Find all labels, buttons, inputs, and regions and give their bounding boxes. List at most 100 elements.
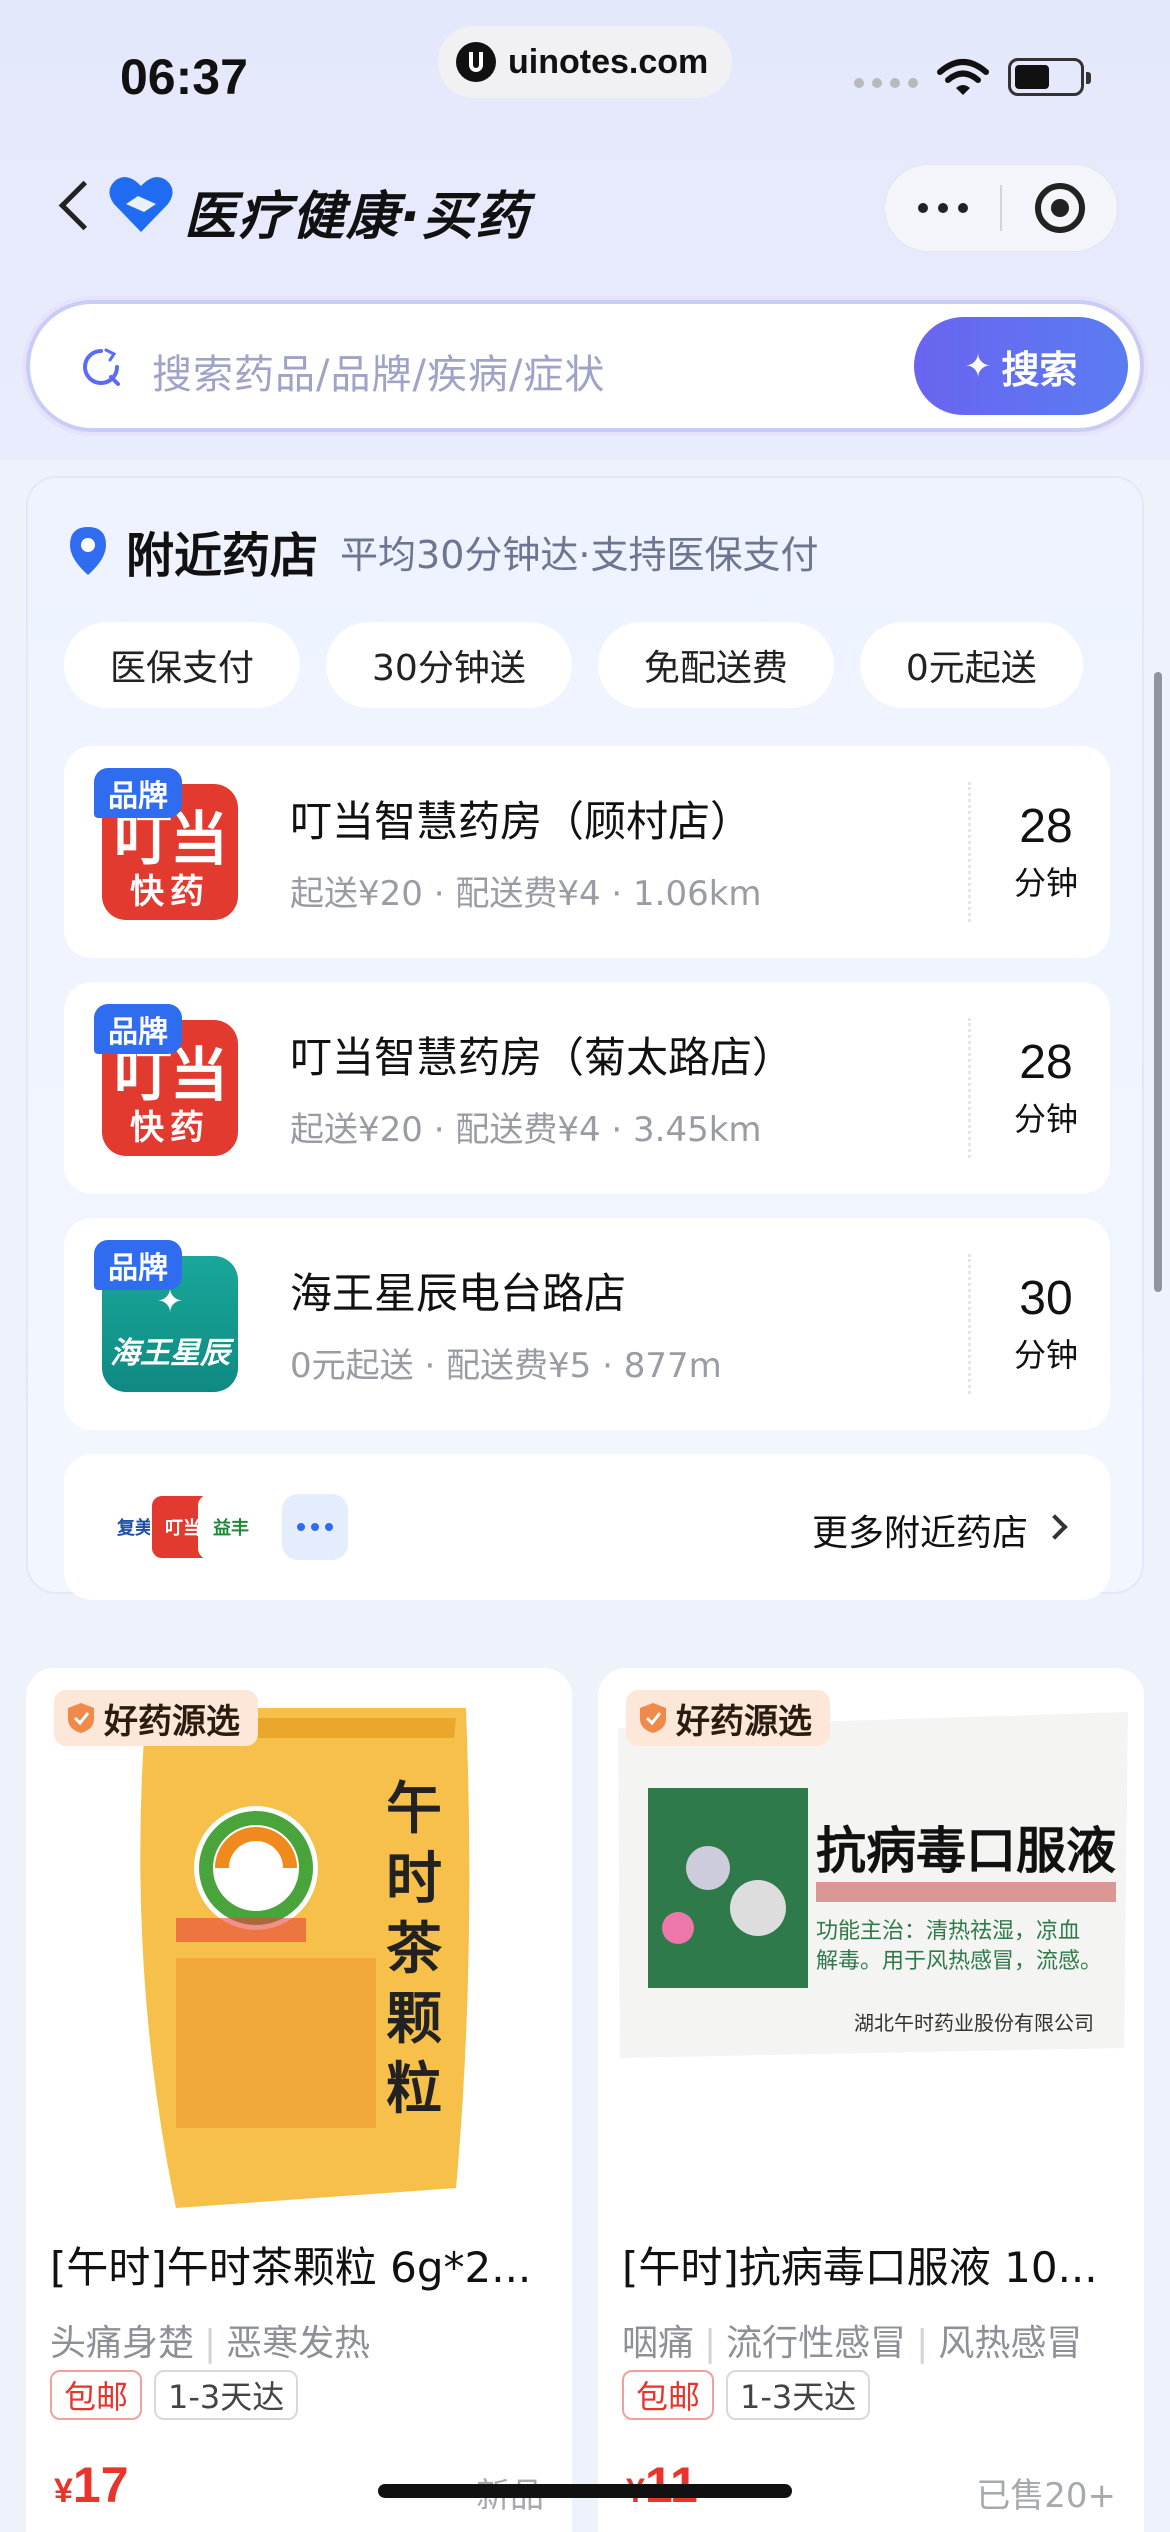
product-image: 午 时 茶 颗 粒: [140, 1708, 470, 2208]
product-symptoms: 咽痛 | 流行性感冒 | 风热感冒: [622, 2314, 1082, 2366]
svg-text:时: 时: [386, 1847, 442, 1912]
store-meta: 起送¥20 · 配送费¥4 · 3.45km: [290, 1110, 762, 1150]
location-pin-icon: [70, 527, 106, 575]
separator: |: [204, 2323, 217, 2364]
brand-badge: 品牌: [94, 768, 182, 818]
svg-text:湖北午时药业股份有限公司: 湖北午时药业股份有限公司: [854, 2011, 1094, 2035]
search-icon: [83, 348, 120, 386]
symptom-tag: 头痛身楚: [50, 2323, 195, 2364]
scrollbar[interactable]: [1154, 672, 1162, 1292]
filter-tag[interactable]: 30分钟送: [326, 622, 572, 708]
separator: |: [916, 2323, 929, 2364]
svg-text:茶: 茶: [386, 1917, 442, 1982]
product-labels: 包邮 1-3天达: [622, 2370, 871, 2420]
product-labels: 包邮 1-3天达: [50, 2370, 299, 2420]
delivery-minutes: 28: [1019, 800, 1073, 853]
sparkle-icon: ✦: [964, 347, 992, 385]
store-name: 海王星辰电台路店: [290, 1269, 627, 1318]
search-button[interactable]: ✦ 搜索: [914, 317, 1128, 415]
status-time: 06:37: [120, 49, 248, 105]
free-shipping-label: 包邮: [50, 2370, 143, 2420]
delivery-label: 1-3天达: [726, 2370, 871, 2420]
product-title: [午时]抗病毒口服液 10...: [622, 2243, 1098, 2292]
home-indicator[interactable]: [378, 2484, 792, 2498]
page-title: 医疗健康·买药: [184, 187, 530, 247]
store-item[interactable]: 叮当 快药 品牌 叮当智慧药房（菊太路店） 起送¥20 · 配送费¥4 · 3.…: [64, 982, 1110, 1194]
site-logo-icon: [456, 42, 496, 82]
delivery-time: 28 分钟: [994, 798, 1098, 904]
quality-badge-label: 好药源选: [676, 1701, 812, 1742]
divider: [968, 1018, 971, 1158]
separator: |: [704, 2323, 717, 2364]
cellular-signal-icon: [854, 78, 918, 88]
quality-badge: 好药源选: [54, 1690, 258, 1746]
shield-check-icon: [68, 1703, 94, 1733]
quality-badge-label: 好药源选: [104, 1701, 240, 1742]
heart-logo-icon: [109, 177, 173, 232]
search-placeholder: 搜索药品/品牌/疾病/症状: [152, 352, 606, 398]
store-name: 叮当智慧药房（顾村店）: [290, 797, 753, 846]
delivery-time: 30 分钟: [994, 1270, 1098, 1376]
svg-text:功能主治：清热祛湿，凉血: 功能主治：清热祛湿，凉血: [816, 1919, 1080, 1944]
svg-text:抗病毒口服液: 抗病毒口服液: [816, 1822, 1116, 1880]
url-pill[interactable]: uinotes.com: [438, 26, 732, 98]
logo-text: 快药: [130, 872, 210, 912]
more-nearby-stores-row[interactable]: 复美 叮当 益丰 更多附近药店: [64, 1454, 1110, 1600]
sales-count: 已售20+: [976, 2476, 1116, 2516]
product-card[interactable]: 抗病毒口服液 功能主治：清热祛湿，凉血 解毒。用于风热感冒，流感。 湖北午时药业…: [598, 1668, 1144, 2532]
filter-tag[interactable]: 0元起送: [859, 622, 1083, 708]
chevron-right-icon: [1042, 1514, 1068, 1540]
target-icon[interactable]: [1002, 164, 1117, 252]
symptom-tag: 流行性感冒: [726, 2323, 907, 2364]
symptom-tag: 风热感冒: [938, 2323, 1083, 2364]
product-card[interactable]: 午 时 茶 颗 粒 好药源选 [午时]午时茶颗粒 6g*2... 头痛身楚 | 恶寒…: [26, 1668, 572, 2532]
currency-symbol: ¥: [54, 2472, 73, 2510]
quality-badge: 好药源选: [626, 1690, 830, 1746]
mini-store-logos: 复美 叮当 益丰: [102, 1494, 348, 1564]
filter-tags: 医保支付 30分钟送 免配送费 0元起送: [64, 622, 1083, 708]
delivery-minutes: 28: [1019, 1036, 1073, 1089]
symptom-tag: 恶寒发热: [226, 2323, 371, 2364]
svg-text:解毒。用于风热感冒，流感。: 解毒。用于风热感冒，流感。: [816, 1949, 1102, 1974]
store-meta: 起送¥20 · 配送费¥4 · 1.06km: [290, 874, 762, 914]
svg-text:午: 午: [386, 1777, 442, 1842]
filter-tag[interactable]: 医保支付: [64, 622, 301, 708]
mini-store-logo: 益丰: [198, 1494, 264, 1560]
symptom-tag: 咽痛: [622, 2323, 695, 2364]
chevron-left-icon[interactable]: [50, 180, 96, 232]
store-item[interactable]: 叮当 快药 品牌 叮当智慧药房（顾村店） 起送¥20 · 配送费¥4 · 1.0…: [64, 746, 1110, 958]
svg-text:粒: 粒: [386, 2057, 442, 2122]
nearby-title: 附近药店: [126, 528, 319, 584]
free-shipping-label: 包邮: [622, 2370, 715, 2420]
url-text: uinotes.com: [508, 42, 709, 81]
brand-badge: 品牌: [94, 1004, 182, 1054]
store-meta: 0元起送 · 配送费¥5 · 877m: [290, 1346, 722, 1386]
nearby-header: 附近药店 平均30分钟达·支持医保支付: [68, 516, 818, 586]
mini-program-capsule: [884, 164, 1118, 252]
delivery-time: 28 分钟: [994, 1034, 1098, 1140]
nav-bar: 医疗健康·买药: [0, 150, 1170, 260]
logo-text: 快药: [130, 1108, 210, 1148]
wifi-icon: [937, 59, 989, 95]
nearby-subtitle: 平均30分钟达·支持医保支付: [340, 532, 819, 577]
delivery-label: 1-3天达: [154, 2370, 299, 2420]
product-price: ¥17: [54, 2456, 129, 2514]
delivery-unit: 分钟: [1013, 1336, 1078, 1374]
product-image: 抗病毒口服液 功能主治：清热祛湿，凉血 解毒。用于风热感冒，流感。 湖北午时药业…: [618, 1712, 1128, 2058]
shield-check-icon: [640, 1703, 666, 1733]
more-dots-icon[interactable]: [885, 164, 1000, 252]
product-symptoms: 头痛身楚 | 恶寒发热: [50, 2314, 370, 2366]
price-value: 17: [72, 2457, 129, 2513]
filter-tag[interactable]: 免配送费: [597, 622, 834, 708]
status-bar: 06:37 uinotes.com: [0, 0, 1170, 140]
delivery-unit: 分钟: [1013, 864, 1078, 902]
store-name: 叮当智慧药房（菊太路店）: [290, 1033, 795, 1082]
brand-badge: 品牌: [94, 1240, 182, 1290]
divider: [968, 782, 971, 922]
logo-text: 海王星辰: [110, 1336, 230, 1371]
store-item[interactable]: ✦ 海王星辰 品牌 海王星辰电台路店 0元起送 · 配送费¥5 · 877m 3…: [64, 1218, 1110, 1430]
divider: [968, 1254, 971, 1394]
delivery-unit: 分钟: [1013, 1100, 1078, 1138]
battery-icon: [1008, 58, 1091, 96]
search-input[interactable]: 搜索药品/品牌/疾病/症状 ✦ 搜索: [26, 300, 1144, 432]
